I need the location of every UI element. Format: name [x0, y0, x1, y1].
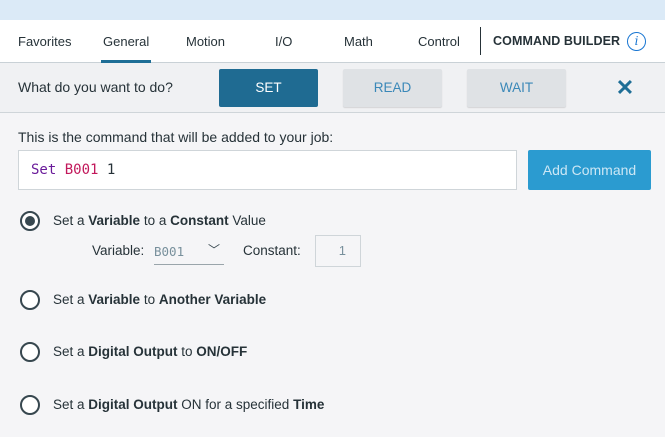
command-value: 1 [106, 162, 116, 178]
command-keyword: Set [31, 162, 57, 178]
command-preview: Set B001 1 [18, 150, 517, 190]
info-icon[interactable]: i [627, 32, 646, 51]
variable-dropdown-value: B001 [154, 244, 185, 259]
tab-io[interactable]: I/O [275, 20, 292, 63]
tab-general[interactable]: General [100, 20, 152, 63]
tab-math[interactable]: Math [344, 20, 373, 63]
radio-button[interactable] [20, 290, 40, 310]
close-icon[interactable]: ✕ [615, 77, 635, 99]
tab-divider [480, 27, 481, 55]
action-prompt-row: What do you want to do? SET READ WAIT ✕ [0, 63, 665, 113]
radio-button[interactable] [20, 395, 40, 415]
set-button[interactable]: SET [219, 69, 318, 107]
top-strip [0, 0, 665, 20]
radio-button-checked[interactable] [20, 211, 40, 231]
constant-label: Constant: [243, 243, 301, 258]
command-caption: This is the command that will be added t… [18, 129, 334, 145]
command-builder-title: COMMAND BUILDER [493, 34, 621, 48]
option-label: Set a Digital Output ON for a specified … [53, 397, 325, 412]
tab-control[interactable]: Control [418, 20, 460, 63]
prompt-label: What do you want to do? [18, 79, 173, 95]
add-command-button[interactable]: Add Command [528, 150, 651, 190]
constant-input[interactable]: 1 [315, 235, 361, 267]
variable-label: Variable: [92, 243, 145, 258]
variable-dropdown[interactable]: B001 ﹀ [154, 237, 224, 265]
tab-motion[interactable]: Motion [186, 20, 225, 63]
tab-bar: Favorites General Motion I/O Math Contro… [0, 20, 665, 63]
tab-favorites[interactable]: Favorites [18, 20, 71, 63]
command-variable: B001 [64, 162, 99, 178]
wait-button[interactable]: WAIT [467, 69, 566, 107]
option-label: Set a Variable to a Constant Value [53, 213, 266, 228]
read-button[interactable]: READ [343, 69, 442, 107]
radio-button[interactable] [20, 342, 40, 362]
chevron-down-icon: ﹀ [208, 243, 221, 257]
option-label: Set a Digital Output to ON/OFF [53, 344, 248, 359]
option-label: Set a Variable to Another Variable [53, 292, 267, 307]
